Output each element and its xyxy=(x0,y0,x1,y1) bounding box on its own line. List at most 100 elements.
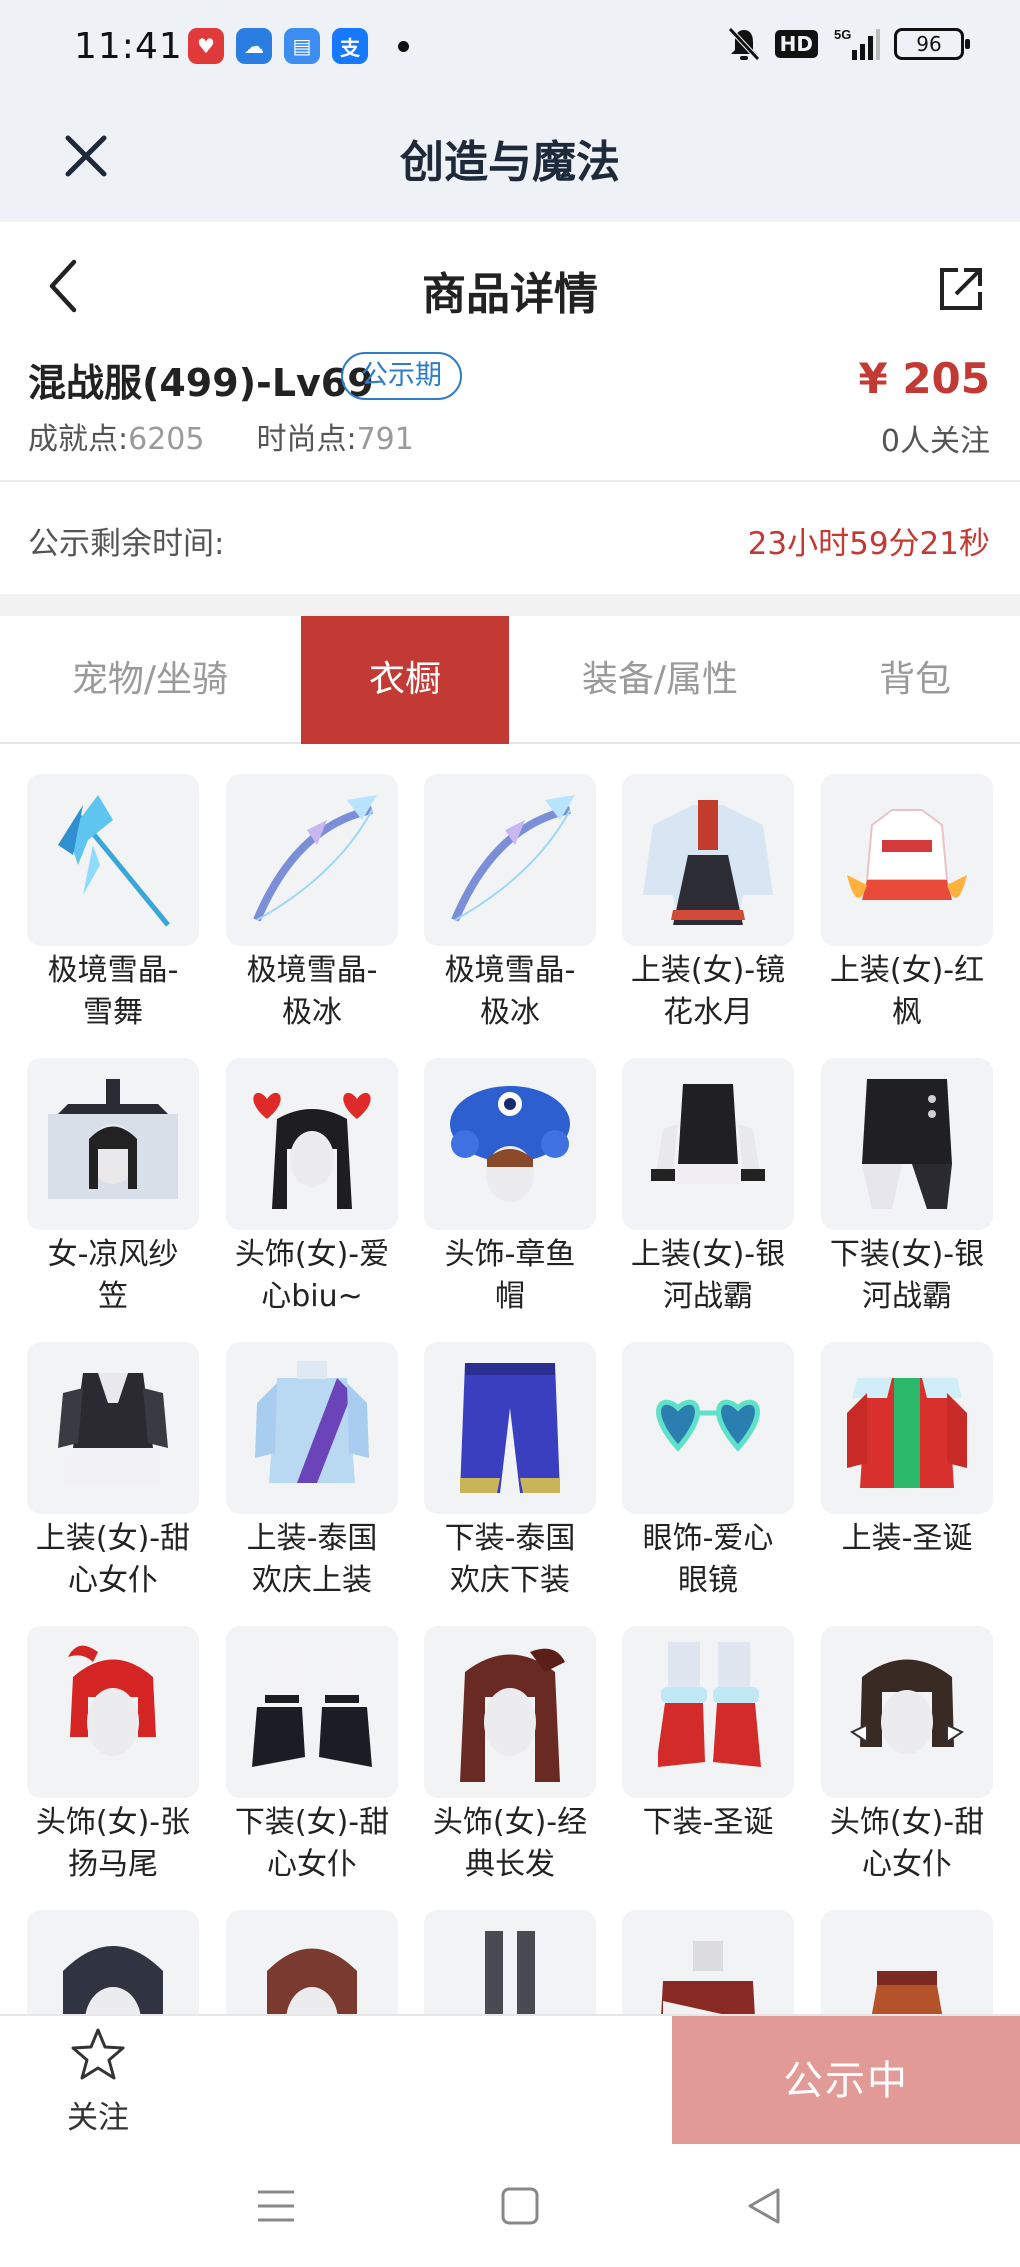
status-bar: 11:41 ♥ ☁ ▤ 支 HD 5G 96 xyxy=(0,0,1020,96)
menu-icon[interactable] xyxy=(254,2184,298,2228)
fashion-label: 时尚点: xyxy=(256,422,357,457)
pants-icon xyxy=(460,1363,560,1493)
wardrobe-item[interactable] xyxy=(27,1910,199,2014)
tab-backpack[interactable]: 背包 xyxy=(820,616,1010,744)
wardrobe-item[interactable]: 极境雪晶- 极冰 xyxy=(226,774,398,1034)
item-label: 上装(女)-甜 心女仆 xyxy=(35,1521,191,1598)
item-thumbnail xyxy=(226,1342,398,1514)
stockings-icon xyxy=(485,1931,535,2014)
follow-button[interactable]: 关注 xyxy=(58,2026,138,2137)
wardrobe-item[interactable]: 上装(女)-镜 花水月 xyxy=(622,774,794,1034)
item-thumbnail xyxy=(622,1342,794,1514)
battery-icon: 96 xyxy=(894,28,970,60)
tab-pets-mounts[interactable]: 宠物/坐骑 xyxy=(0,616,300,744)
item-label: 上装-圣诞 xyxy=(841,1521,973,1556)
countdown-value: 23小时59分21秒 xyxy=(747,526,990,562)
maid-top-icon xyxy=(58,1373,168,1483)
section-divider xyxy=(0,594,1020,616)
wardrobe-item[interactable]: 上装(女)-甜 心女仆 xyxy=(27,1342,199,1602)
countdown-row: 公示剩余时间: 23小时59分21秒 xyxy=(0,484,1020,594)
item-thumbnail xyxy=(821,1342,993,1514)
wardrobe-item[interactable]: 上装(女)-银 河战霸 xyxy=(622,1058,794,1318)
share-icon[interactable] xyxy=(934,262,988,316)
wardrobe-item[interactable]: 上装-圣诞 xyxy=(821,1342,993,1560)
back-icon[interactable] xyxy=(742,2184,786,2228)
wardrobe-item[interactable]: 上装-泰国 欢庆上装 xyxy=(226,1342,398,1602)
countdown-label: 公示剩余时间: xyxy=(28,526,225,562)
item-price: ¥ 205 xyxy=(858,354,990,403)
top-outfit-icon xyxy=(661,1941,755,2014)
item-thumbnail xyxy=(226,1058,398,1230)
app-notification-icon: ☁ xyxy=(236,28,272,64)
mute-bell-icon xyxy=(727,27,760,61)
ice-bow-icon xyxy=(451,795,575,922)
item-thumbnail xyxy=(27,1058,199,1230)
signal-icon: 5G xyxy=(834,27,880,60)
item-thumbnail xyxy=(27,774,199,946)
page-header: 商品详情 xyxy=(0,222,1020,350)
tab-wardrobe[interactable]: 衣橱 xyxy=(301,616,509,744)
wardrobe-item[interactable] xyxy=(622,1910,794,2014)
item-thumbnail xyxy=(622,1626,794,1798)
wardrobe-grid: 极境雪晶- 雪舞 极境雪晶- 极冰 极境雪晶- 极冰 上装(女)-镜 花水月 上… xyxy=(0,744,1020,2014)
page-title: 商品详情 xyxy=(422,269,598,320)
ice-bow-icon xyxy=(253,795,377,922)
status-badge: 公示期 xyxy=(341,352,462,400)
wardrobe-item[interactable]: 头饰(女)-张 扬马尾 xyxy=(27,1626,199,1886)
item-thumbnail xyxy=(27,1910,199,2014)
top-outfit-icon xyxy=(847,809,967,900)
veil-hat-icon xyxy=(48,1079,178,1199)
long-hair-icon xyxy=(460,1648,565,1782)
wardrobe-item[interactable]: 头饰(女)-甜 心女仆 xyxy=(821,1626,993,1886)
item-label: 头饰(女)-经 典长发 xyxy=(432,1805,588,1882)
heart-glasses-icon xyxy=(656,1399,760,1452)
wardrobe-item[interactable]: 下装(女)-银 河战霸 xyxy=(821,1058,993,1318)
wardrobe-item[interactable]: 头饰(女)-爱 心biu~ xyxy=(226,1058,398,1318)
app-notification-icon: ♥ xyxy=(188,28,224,64)
more-notifications-dot xyxy=(398,40,409,52)
publicity-status-button[interactable]: 公示中 xyxy=(672,2016,1020,2146)
wardrobe-item[interactable] xyxy=(424,1910,596,2014)
wardrobe-item[interactable]: 头饰-章鱼帽 xyxy=(424,1058,596,1318)
top-outfit-icon xyxy=(255,1361,369,1483)
tab-equipment-attributes[interactable]: 装备/属性 xyxy=(510,616,810,744)
item-label: 上装(女)-镜 花水月 xyxy=(630,953,786,1030)
item-thumbnail xyxy=(226,1910,398,2014)
system-nav-bar xyxy=(0,2144,1020,2267)
item-label: 上装(女)-红枫 xyxy=(829,953,985,1030)
dark-hair-icon xyxy=(63,1946,163,2014)
wardrobe-item[interactable]: 下装-圣诞 xyxy=(622,1626,794,1844)
item-stats: 成就点:6205 时尚点:791 xyxy=(28,414,414,458)
wardrobe-item[interactable]: 下装-泰国 欢庆下装 xyxy=(424,1342,596,1602)
item-thumbnail xyxy=(622,774,794,946)
item-thumbnail xyxy=(424,1626,596,1798)
wardrobe-item[interactable]: 上装(女)-红枫 xyxy=(821,774,993,1034)
heart-headband-icon xyxy=(253,1092,371,1209)
item-label: 下装(女)-银 河战霸 xyxy=(829,1237,985,1314)
wardrobe-item[interactable]: 眼饰-爱心 眼镜 xyxy=(622,1342,794,1602)
item-thumbnail xyxy=(27,1626,199,1798)
wardrobe-item[interactable]: 极境雪晶- 极冰 xyxy=(424,774,596,1034)
tab-bar: 宠物/坐骑 衣橱 装备/属性 背包 xyxy=(0,616,1020,744)
wardrobe-item[interactable]: 下装(女)-甜 心女仆 xyxy=(226,1626,398,1886)
wardrobe-item[interactable]: 极境雪晶- 雪舞 xyxy=(27,774,199,1034)
item-label: 头饰(女)-张 扬马尾 xyxy=(35,1805,191,1882)
item-thumbnail xyxy=(821,1058,993,1230)
status-indicators: HD 5G 96 xyxy=(727,26,970,62)
wardrobe-item[interactable]: 女-凉风纱笠 xyxy=(27,1058,199,1318)
item-label: 极境雪晶- 极冰 xyxy=(444,953,576,1030)
status-time: 11:41 xyxy=(74,26,183,67)
wardrobe-item[interactable] xyxy=(226,1910,398,2014)
item-thumbnail xyxy=(622,1058,794,1230)
item-thumbnail xyxy=(424,1058,596,1230)
item-thumbnail xyxy=(226,1626,398,1798)
christmas-boots-icon xyxy=(658,1642,761,1767)
top-outfit-icon xyxy=(651,1084,765,1184)
home-icon[interactable] xyxy=(498,2184,542,2228)
item-thumbnail xyxy=(424,1342,596,1514)
wardrobe-item[interactable]: 头饰(女)-经 典长发 xyxy=(424,1626,596,1886)
app-title: 创造与魔法 xyxy=(400,137,620,188)
octopus-hat-icon xyxy=(450,1086,570,1202)
item-label: 头饰(女)-爱 心biu~ xyxy=(234,1237,390,1314)
wardrobe-item[interactable] xyxy=(821,1910,993,2014)
